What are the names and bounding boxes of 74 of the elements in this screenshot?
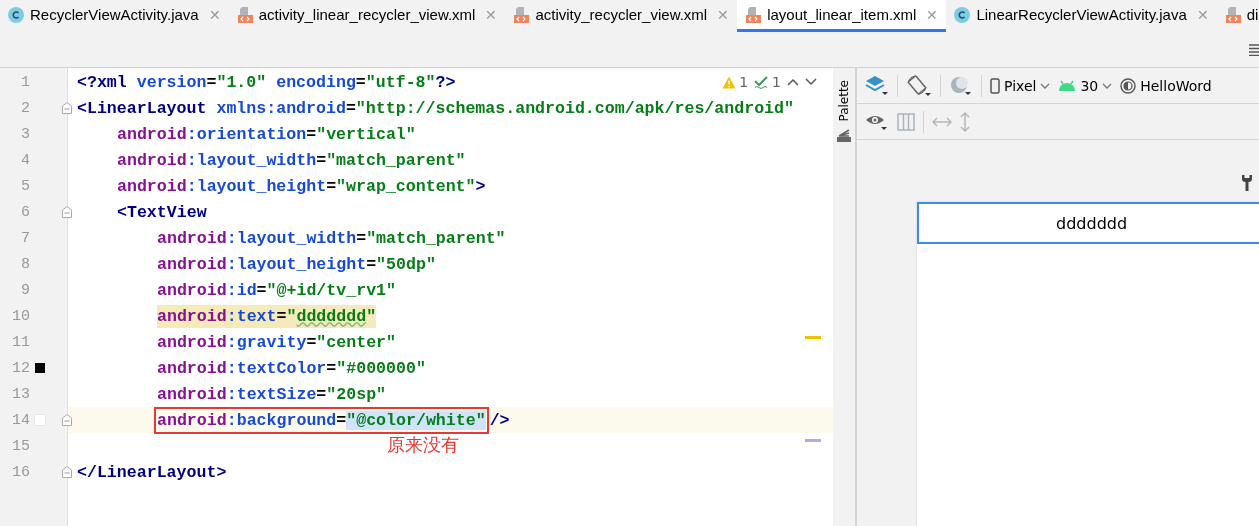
class-icon — [954, 6, 971, 23]
fold-icon[interactable] — [62, 102, 72, 114]
line-number: 15 — [11, 437, 30, 455]
menu-icon[interactable] — [1249, 43, 1259, 56]
line-number: 11 — [11, 333, 30, 351]
code-text: android:orientation="vertical" — [117, 124, 416, 144]
rotate-icon[interactable] — [906, 73, 932, 98]
file-tab[interactable]: LinearRecyclerViewActivity.java ✕ — [946, 0, 1217, 32]
code-text: <?xml version="1.0" encoding="utf-8"?> — [77, 72, 456, 92]
horizontal-arrow-icon[interactable] — [932, 116, 952, 127]
down-icon[interactable] — [805, 78, 817, 86]
boxed-code: android:background="@color/white" — [157, 409, 486, 431]
line-number: 2 — [20, 99, 30, 117]
code-text: android:textSize="20sp" — [157, 384, 387, 404]
file-tab[interactable]: RecyclerViewActivity.java ✕ — [0, 0, 229, 32]
code-text: android:layout_width="match_parent" — [117, 150, 466, 170]
code-text: android:gravity="center" — [157, 332, 397, 352]
xml-file-icon — [513, 5, 530, 24]
line-number: 13 — [11, 385, 30, 403]
line-number: 14 — [11, 411, 30, 429]
code-text: </LinearLayout> — [77, 462, 227, 482]
code-text: android:layout_width="match_parent" — [157, 228, 506, 248]
fold-icon[interactable] — [62, 206, 72, 218]
file-tab[interactable]: layout_linear_item.xml ✕ — [737, 0, 947, 32]
line-number: 6 — [20, 203, 30, 221]
file-tab[interactable]: di — [1216, 0, 1259, 32]
line-number: 10 — [11, 307, 30, 325]
line-number: 4 — [20, 151, 30, 169]
xml-file-icon — [745, 5, 762, 24]
blueprint-icon[interactable] — [897, 112, 915, 131]
code-text: <TextView — [117, 202, 207, 222]
caret-icon — [1040, 82, 1051, 89]
line-number: 7 — [20, 229, 30, 247]
preview-text-item[interactable]: ddddddd — [917, 202, 1259, 244]
phone-icon — [990, 77, 1000, 94]
highlighted-code: android:text="ddddddd" — [157, 304, 377, 328]
fold-icon[interactable] — [62, 466, 72, 478]
line-number: 16 — [11, 463, 30, 481]
file-tab[interactable]: activity_recycler_view.xml ✕ — [505, 0, 738, 32]
class-icon — [8, 6, 24, 23]
code-text: android:layout_height="50dp" — [157, 254, 436, 274]
file-tab[interactable]: activity_linear_recycler_view.xml ✕ — [228, 0, 506, 32]
code-text: android:textColor="#000000" — [157, 358, 426, 378]
wrench-icon[interactable] — [1241, 174, 1253, 192]
check-icon[interactable] — [754, 75, 770, 89]
xml-file-icon — [1224, 5, 1241, 24]
caret-icon — [1102, 82, 1113, 89]
theme-dropdown[interactable]: HelloWord — [1120, 77, 1212, 94]
annotation-text: 原来没有 — [387, 433, 459, 457]
line-number: 1 — [20, 73, 30, 91]
code-text: android:id="@+id/tv_rv1" — [157, 280, 396, 300]
android-icon — [1058, 80, 1077, 91]
theme-icon — [1120, 77, 1137, 94]
line-number: 3 — [20, 125, 30, 143]
component-tree-icon[interactable] — [837, 127, 851, 142]
api-dropdown[interactable]: 30 — [1058, 77, 1113, 94]
code-text: /> — [489, 410, 510, 430]
line-number: 12 — [11, 359, 30, 377]
line-number: 8 — [20, 255, 30, 273]
code-text: android:layout_height="wrap_content"> — [117, 176, 486, 196]
line-number: 9 — [20, 281, 30, 299]
warning-icon[interactable] — [722, 75, 737, 89]
line-number: 5 — [20, 177, 30, 195]
night-mode-icon[interactable] — [949, 74, 973, 97]
up-icon[interactable] — [787, 78, 799, 86]
typo-count: 1 — [772, 74, 781, 90]
fold-icon[interactable] — [62, 414, 72, 426]
palette-tab[interactable]: Palette — [837, 80, 851, 122]
xml-file-icon — [236, 5, 253, 24]
warning-count: 1 — [739, 74, 749, 90]
vertical-arrow-icon[interactable] — [960, 111, 970, 132]
code-text: <LinearLayout xmlns:android="http://schemas.android.com/apk/res/android" — [77, 98, 794, 118]
device-dropdown[interactable]: Pixel — [990, 77, 1051, 94]
layers-icon[interactable] — [865, 74, 889, 97]
